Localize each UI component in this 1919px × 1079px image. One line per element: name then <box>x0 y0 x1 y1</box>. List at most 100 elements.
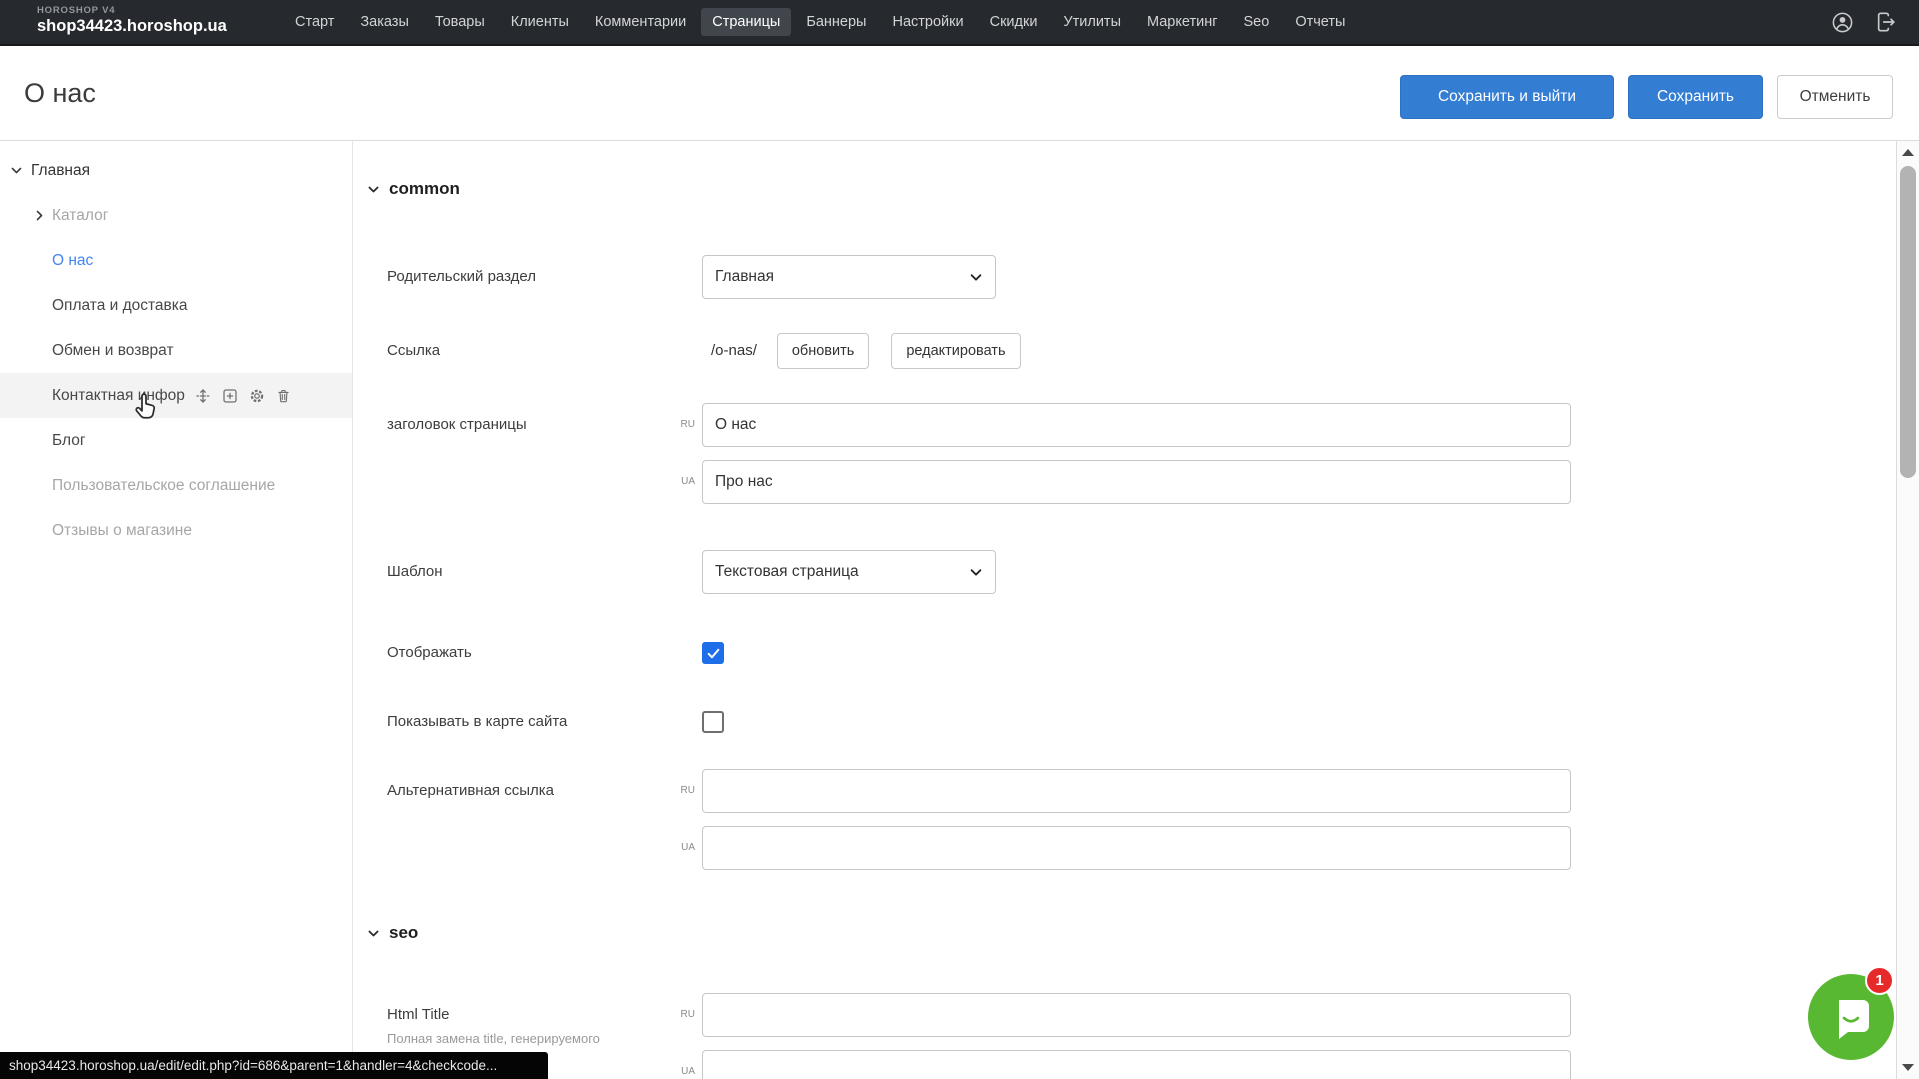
template-select[interactable]: Текстовая страница <box>702 550 996 594</box>
sidebar-item-label: Каталог <box>52 207 108 225</box>
section-seo-header[interactable]: seo <box>367 923 418 943</box>
gear-icon[interactable] <box>248 387 266 405</box>
lang-ru-badge: RU <box>681 993 695 1037</box>
nav-seo[interactable]: Seo <box>1233 8 1281 36</box>
chevron-right-icon[interactable] <box>33 209 46 222</box>
sidebar-item-glavnaya[interactable]: Главная <box>0 148 352 193</box>
field-label: Отображать <box>387 642 670 664</box>
sidebar-item-otzyvy-o-magazine[interactable]: Отзывы о магазине <box>0 508 352 553</box>
top-navigation: Старт Заказы Товары Клиенты Комментарии … <box>284 0 1356 44</box>
page-header: О нас Сохранить и выйти Сохранить Отмени… <box>0 48 1919 141</box>
lang-ru-badge: RU <box>681 403 695 447</box>
pages-tree-sidebar: Главная Каталог О нас Оплата и доставка … <box>0 141 353 1079</box>
topbar: HOROSHOP V4 shop34423.horoshop.ua Старт … <box>0 0 1919 46</box>
lang-ru-badge: RU <box>681 769 695 813</box>
link-status-tooltip: shop34423.horoshop.ua/edit/edit.php?id=6… <box>0 1052 548 1079</box>
field-label: Родительский раздел <box>387 255 670 299</box>
edit-link-button[interactable]: редактировать <box>891 333 1020 369</box>
nav-utilities[interactable]: Утилиты <box>1052 8 1132 36</box>
sidebar-item-blog[interactable]: Блог <box>0 418 352 463</box>
field-label: Ссылка <box>387 333 670 369</box>
field-label: заголовок страницы <box>387 403 670 447</box>
alt-link-ru-input[interactable] <box>702 769 1571 813</box>
chevron-down-icon <box>367 927 380 940</box>
section-title: seo <box>389 923 418 943</box>
alt-link-ua-input[interactable] <box>702 826 1571 870</box>
scrollbar-thumb[interactable] <box>1900 166 1916 478</box>
html-title-ua-input[interactable] <box>702 1050 1571 1079</box>
lang-ua-badge: UA <box>681 1050 695 1079</box>
nav-marketing[interactable]: Маркетинг <box>1136 8 1229 36</box>
sidebar-item-o-nas[interactable]: О нас <box>0 238 352 283</box>
field-label: Шаблон <box>387 550 670 594</box>
chat-unread-badge: 1 <box>1865 966 1894 995</box>
header-actions: Сохранить и выйти Сохранить Отменить <box>1400 75 1893 119</box>
save-button[interactable]: Сохранить <box>1628 75 1763 119</box>
sidebar-item-label: Контактная инфор <box>52 387 185 405</box>
account-icon[interactable] <box>1831 11 1854 34</box>
field-hint: Полная замена title, генерируемого <box>387 1030 670 1048</box>
display-checkbox[interactable] <box>702 642 724 664</box>
trash-icon[interactable] <box>275 387 292 405</box>
template-row: Шаблон Текстовая страница <box>387 550 1571 594</box>
sidebar-item-label: Обмен и возврат <box>52 342 174 360</box>
chevron-down-icon <box>969 270 983 284</box>
nav-products[interactable]: Товары <box>424 8 496 36</box>
nav-comments[interactable]: Комментарии <box>584 8 697 36</box>
parent-section-select[interactable]: Главная <box>702 255 996 299</box>
nav-reports[interactable]: Отчеты <box>1284 8 1356 36</box>
alt-link-row: Альтернативная ссылка RU UA <box>387 769 1571 870</box>
sidebar-item-label: Отзывы о магазине <box>52 522 192 540</box>
save-and-exit-button[interactable]: Сохранить и выйти <box>1400 75 1614 119</box>
nav-orders[interactable]: Заказы <box>349 8 419 36</box>
html-title-row: Html Title Полная замена title, генериру… <box>387 993 1571 1079</box>
screen: HOROSHOP V4 shop34423.horoshop.ua Старт … <box>0 0 1919 1079</box>
move-icon[interactable] <box>194 387 212 405</box>
page-title: О нас <box>24 78 96 109</box>
chevron-down-icon[interactable] <box>10 164 23 177</box>
sidebar-item-oplata-dostavka[interactable]: Оплата и доставка <box>0 283 352 328</box>
chevron-down-icon <box>969 565 983 579</box>
scroll-down-arrow-icon[interactable] <box>1902 1064 1914 1071</box>
brand-domain: shop34423.horoshop.ua <box>37 17 227 35</box>
selected-value: Текстовая страница <box>715 563 859 581</box>
nav-settings[interactable]: Настройки <box>881 8 974 36</box>
field-label-block: Html Title Полная замена title, генериру… <box>387 993 670 1048</box>
nav-discounts[interactable]: Скидки <box>979 8 1049 36</box>
nav-pages[interactable]: Страницы <box>701 8 791 36</box>
nav-clients[interactable]: Клиенты <box>500 8 580 36</box>
field-label: Показывать в карте сайта <box>387 711 670 733</box>
sidebar-item-obmen-vozvrat[interactable]: Обмен и возврат <box>0 328 352 373</box>
sidebar-item-polzovatelskoe-soglashenie[interactable]: Пользовательское соглашение <box>0 463 352 508</box>
refresh-link-button[interactable]: обновить <box>777 333 869 369</box>
chat-bubble-icon <box>1828 994 1874 1040</box>
nav-banners[interactable]: Баннеры <box>795 8 877 36</box>
page-title-ru-input[interactable] <box>702 403 1571 447</box>
selected-value: Главная <box>715 268 774 286</box>
page-title-ua-input[interactable] <box>702 460 1571 504</box>
chevron-down-icon <box>367 183 380 196</box>
link-row: Ссылка /o-nas/ обновить редактировать <box>387 333 1571 369</box>
section-title: common <box>389 179 460 199</box>
html-title-ru-input[interactable] <box>702 993 1571 1037</box>
nav-start[interactable]: Старт <box>284 8 345 36</box>
sidebar-item-katalog[interactable]: Каталог <box>0 193 352 238</box>
hand-cursor-icon <box>130 390 162 427</box>
sidebar-item-kontaktnaya-infor[interactable]: Контактная инфор <box>0 373 352 418</box>
page-title-row: заголовок страницы RU UA <box>387 403 1571 504</box>
add-page-icon[interactable] <box>221 387 239 405</box>
cancel-button[interactable]: Отменить <box>1777 75 1893 119</box>
vertical-scrollbar[interactable] <box>1896 141 1919 1079</box>
lang-ua-badge: UA <box>681 460 695 504</box>
topbar-icons <box>1831 0 1897 44</box>
scroll-up-arrow-icon[interactable] <box>1902 149 1914 156</box>
sidebar-item-label: Оплата и доставка <box>52 297 188 315</box>
sitemap-checkbox[interactable] <box>702 711 724 733</box>
lang-ua-badge: UA <box>681 826 695 870</box>
link-path: /o-nas/ <box>711 333 757 369</box>
section-common-header[interactable]: common <box>367 179 460 199</box>
display-row: Отображать <box>387 642 1571 664</box>
page-edit-form: common Родительский раздел Главная Ссылк… <box>354 141 1896 1079</box>
logout-icon[interactable] <box>1875 11 1897 33</box>
brand-logo[interactable]: HOROSHOP V4 shop34423.horoshop.ua <box>37 6 227 36</box>
